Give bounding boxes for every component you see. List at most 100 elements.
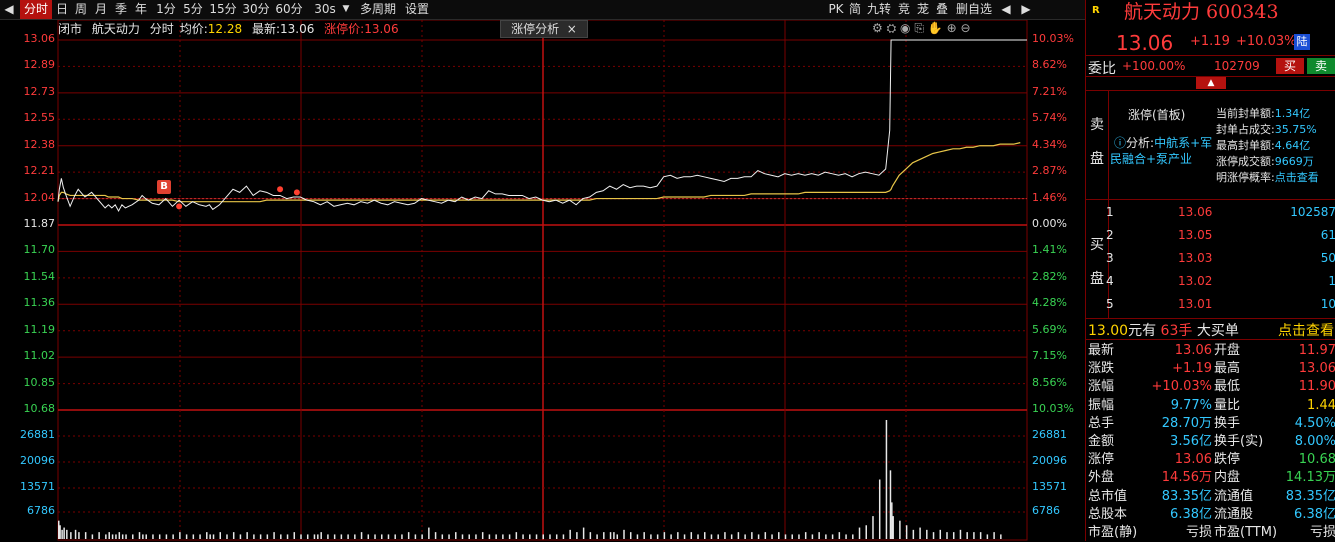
analysis-text-2[interactable]: 民融合+泵产业	[1110, 150, 1192, 167]
settings-button[interactable]: 设置	[402, 0, 432, 19]
right-axis-tick: 8.62%	[1032, 58, 1067, 72]
tab-week[interactable]: 周	[73, 0, 89, 19]
volume-bar	[623, 529, 625, 539]
volume-bar	[347, 534, 349, 539]
stat-label: 涨停成交额:	[1216, 155, 1275, 168]
bid-level: 2	[1106, 228, 1114, 242]
intraday-chart[interactable]	[0, 20, 1085, 541]
bid-volume: 102587	[1290, 205, 1335, 219]
volume-bar	[340, 534, 343, 539]
dropdown-caret-icon[interactable]: ▼	[340, 0, 352, 19]
eye-icon[interactable]: ◉	[900, 21, 910, 35]
volume-bar	[697, 534, 699, 539]
bid-volume: 50	[1320, 251, 1335, 265]
tab-fenshi[interactable]: 分时	[20, 0, 52, 19]
tab-60min[interactable]: 60分	[274, 0, 304, 19]
volume-bar	[677, 532, 679, 539]
pk-button[interactable]: PK	[826, 0, 846, 19]
next-stock-arrow-icon[interactable]: ▶	[1017, 0, 1035, 19]
divider	[1108, 91, 1109, 199]
left-axis-tick: 11.87	[23, 217, 56, 230]
volume-bar	[300, 534, 302, 539]
remove-watchlist-button[interactable]: 删自选	[953, 0, 995, 19]
volume-bar	[481, 532, 484, 539]
multi-period-button[interactable]: 多周期	[356, 0, 400, 19]
volume-bar	[939, 529, 942, 539]
volume-bar	[387, 534, 390, 539]
quote-value: 11.90	[1298, 379, 1335, 395]
volume-bar	[253, 534, 255, 539]
tab-year[interactable]: 年	[133, 0, 149, 19]
volume-bar	[710, 534, 713, 539]
bid-price: 13.01	[1178, 297, 1213, 311]
limit-analysis-tab[interactable]: 涨停分析 ×	[500, 20, 588, 38]
quote-value: 亏损	[1185, 525, 1212, 540]
auction-button[interactable]: 竞	[896, 0, 912, 19]
right-axis-tick: 4.34%	[1032, 137, 1067, 151]
volume-bar	[179, 532, 181, 539]
volume-bar	[798, 534, 800, 539]
volume-bar	[757, 534, 760, 539]
stat-label: 当前封单额:	[1216, 107, 1275, 120]
tab-1min[interactable]: 1分	[154, 0, 178, 19]
tab-month[interactable]: 月	[93, 0, 109, 19]
volume-bar	[421, 534, 423, 539]
volume-bar	[643, 532, 645, 539]
divider	[1086, 318, 1335, 319]
volume-bar	[317, 534, 319, 539]
prev-arrow-icon[interactable]: ◀	[0, 0, 18, 19]
volume-bar	[771, 534, 773, 539]
volume-bar	[152, 534, 154, 539]
volume-bar	[831, 534, 834, 539]
volume-bar	[293, 532, 296, 539]
jiuzhuan-button[interactable]: 九转	[865, 0, 893, 19]
latest-label: 最新:	[251, 22, 280, 36]
overlay-button[interactable]: 叠	[934, 0, 950, 19]
hand-icon[interactable]: ✋	[928, 21, 943, 35]
prev-stock-arrow-icon[interactable]: ◀	[997, 0, 1015, 19]
stock-title: 航天动力 600343	[1124, 1, 1279, 23]
quote-value: 28.70万	[1161, 415, 1212, 431]
volume-bar	[111, 534, 114, 539]
tab-30min[interactable]: 30分	[241, 0, 271, 19]
tab-day[interactable]: 日	[54, 0, 70, 19]
simple-button[interactable]: 简	[847, 0, 863, 19]
quote-label: 金额	[1088, 434, 1115, 449]
big-order-view[interactable]: 点击查看	[1278, 320, 1334, 340]
volume-bar	[273, 532, 275, 539]
stat-value[interactable]: 点击查看	[1275, 171, 1319, 184]
volume-bar	[66, 529, 68, 539]
volume-bar	[354, 534, 356, 539]
tab-quarter[interactable]: 季	[113, 0, 129, 19]
big-order-row[interactable]: 13.00元有 63手 大买单 点击查看	[1088, 320, 1335, 340]
tab-30s[interactable]: 30s	[312, 0, 338, 19]
volume-bar	[495, 534, 497, 539]
zoom-in-icon[interactable]: ⊕	[947, 21, 957, 35]
tab-5min[interactable]: 5分	[181, 0, 205, 19]
trade-marker-dot	[277, 186, 284, 193]
volume-bar	[121, 534, 124, 539]
zoom-out-icon[interactable]: ⊖	[960, 21, 970, 35]
quote-value: 11.97	[1298, 343, 1335, 358]
volume-bar	[428, 527, 430, 539]
volume-bar	[61, 529, 63, 539]
buy-signal-badge[interactable]: B	[157, 180, 171, 194]
tab-15min[interactable]: 15分	[208, 0, 238, 19]
volume-bar	[959, 529, 962, 539]
close-icon[interactable]: ×	[567, 22, 577, 36]
long-button[interactable]: 茏	[915, 0, 931, 19]
copy-icon[interactable]: ⎘	[914, 21, 924, 35]
volume-axis-tick: 26881	[20, 428, 55, 441]
settings-sliders-icon[interactable]: ⛭	[887, 21, 897, 35]
collapse-arrow-icon[interactable]: ▲	[1196, 77, 1226, 89]
quote-value: 10.68	[1298, 452, 1335, 468]
gear-icon[interactable]: ⚙	[872, 21, 883, 35]
analysis-text-1[interactable]: 中航系+军	[1154, 136, 1212, 150]
volume-bar	[1000, 534, 1002, 539]
volume-bar	[192, 534, 195, 539]
sell-button[interactable]: 卖	[1307, 58, 1335, 74]
quote-value: 3.56亿	[1170, 434, 1212, 449]
avg-label: 均价:	[179, 22, 208, 36]
volume-bar	[865, 525, 867, 539]
buy-button[interactable]: 买	[1276, 58, 1304, 74]
